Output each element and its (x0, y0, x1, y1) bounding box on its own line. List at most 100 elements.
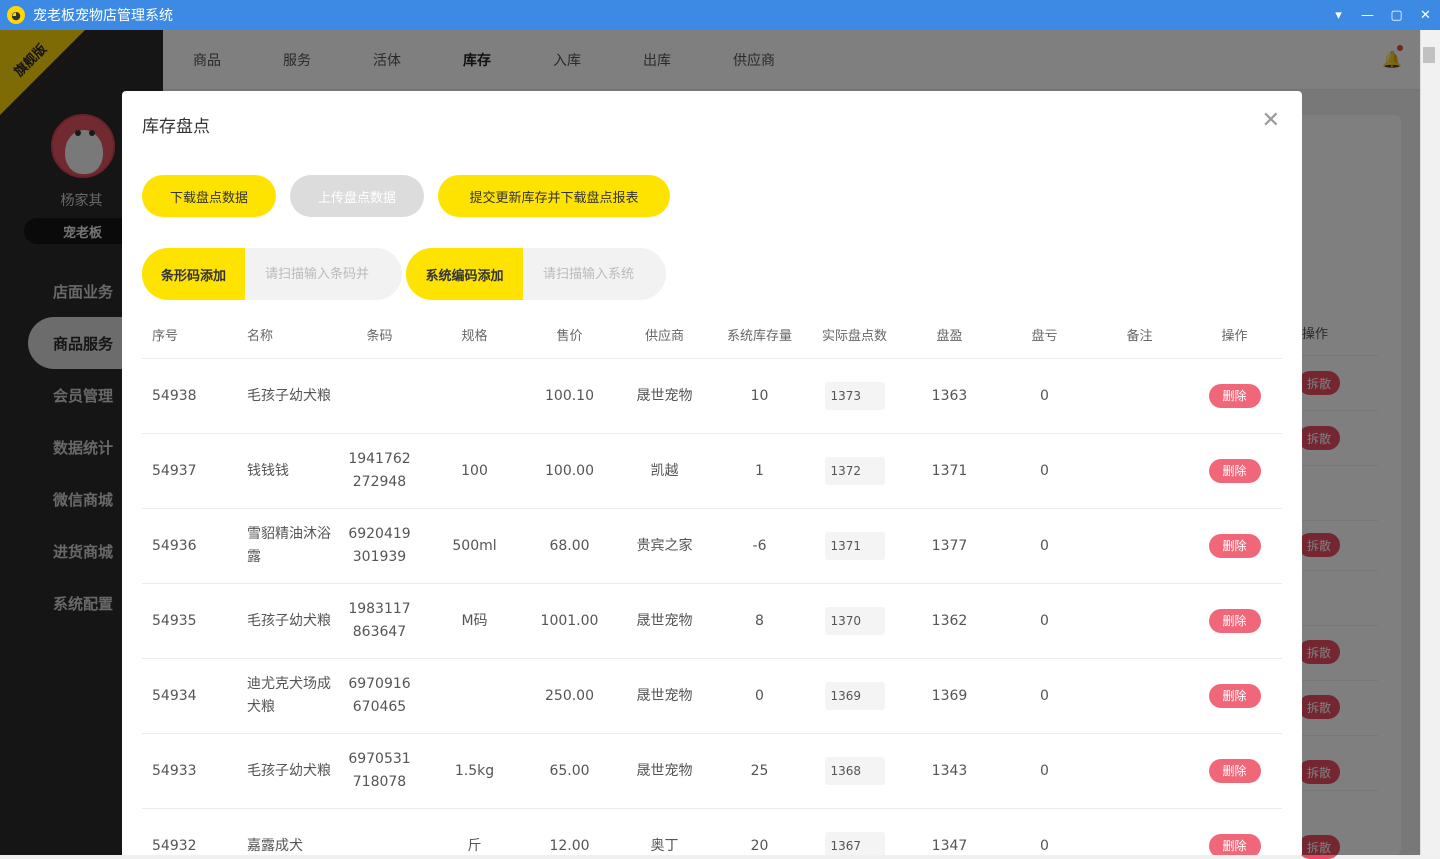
cell-action: 删除 (1187, 383, 1282, 409)
cell-name: 毛孩子幼犬粮 (247, 612, 331, 629)
delete-button[interactable]: 删除 (1208, 608, 1261, 633)
maximize-icon[interactable]: ▢ (1382, 0, 1411, 30)
cell-spec: 500ml (452, 537, 497, 554)
delete-button[interactable]: 删除 (1208, 758, 1261, 783)
col-header-gain: 盘盈 (936, 329, 963, 344)
cell-actual (807, 607, 902, 635)
cell-price: 1001.00 (540, 612, 599, 629)
close-window-icon[interactable]: ✕ (1411, 0, 1440, 30)
cell-name: 雪貂精油沐浴露 (247, 526, 331, 565)
actual-count-input[interactable] (824, 832, 885, 855)
cell-seq: 54937 (152, 462, 197, 479)
cell-price: 68.00 (549, 537, 590, 554)
table-row: 54935 毛孩子幼犬粮 1983117863647 M码 1001.00 晟世宠物 8 13… (142, 584, 1282, 659)
table-row: 54932 嘉露成犬 斤 12.00 奥丁 20 1347 0 删除 (142, 809, 1282, 855)
cell-loss: 0 (1040, 537, 1049, 554)
cell-action: 删除 (1187, 533, 1282, 559)
barcode-add-button[interactable]: 条形码添加 (142, 248, 245, 300)
table-row: 54933 毛孩子幼犬粮 6970531718078 1.5kg 65.00 晟世宠物 25… (142, 734, 1282, 809)
cell-gain: 1369 (931, 687, 968, 704)
actual-count-input[interactable] (824, 607, 885, 635)
table-header: 序号 名称 条码 规格 售价 供应商 系统库存量 实际盘点数 盘盈 盘亏 备注 … (142, 315, 1282, 359)
cell-action: 删除 (1187, 608, 1282, 634)
download-check-data-button[interactable]: 下载盘点数据 (142, 175, 276, 217)
col-header-seq: 序号 (152, 329, 179, 344)
col-header-loss: 盘亏 (1031, 329, 1058, 344)
cell-gain: 1362 (931, 612, 968, 629)
actual-count-input[interactable] (824, 682, 885, 710)
inventory-check-dialog: 库存盘点 ✕ 下载盘点数据 上传盘点数据 提交更新库存并下载盘点报表 条形码添加… (122, 91, 1302, 855)
actual-count-input[interactable] (824, 457, 885, 485)
cell-actual (807, 382, 902, 410)
delete-button[interactable]: 删除 (1208, 458, 1261, 483)
barcode-add-group: 条形码添加 (142, 248, 402, 300)
cell-action: 删除 (1187, 683, 1282, 709)
cell-spec: M码 (461, 612, 488, 629)
cell-actual (807, 457, 902, 485)
cell-action: 删除 (1187, 758, 1282, 784)
close-icon[interactable]: ✕ (1262, 108, 1280, 133)
delete-button[interactable]: 删除 (1208, 683, 1261, 708)
window-controls: ▾ — ▢ ✕ (1324, 0, 1440, 30)
minimize-icon[interactable]: — (1353, 0, 1382, 30)
cell-stock: -6 (752, 537, 767, 554)
cell-actual (807, 532, 902, 560)
cell-action: 删除 (1187, 833, 1282, 855)
table-row: 54934 迪尤克犬场成犬粮 6970916670465 250.00 晟世宠物 0 136… (142, 659, 1282, 734)
col-header-action: 操作 (1221, 329, 1248, 344)
cell-stock: 8 (755, 612, 764, 629)
cell-actual (807, 832, 902, 855)
title-bar: ◕ 宠老板宠物店管理系统 ▾ — ▢ ✕ (0, 0, 1440, 30)
col-header-spec: 规格 (461, 329, 488, 344)
cell-spec: 100 (461, 462, 488, 479)
cell-gain: 1343 (931, 762, 968, 779)
cell-stock: 0 (755, 687, 764, 704)
cell-seq: 54936 (152, 537, 197, 554)
delete-button[interactable]: 删除 (1208, 383, 1261, 408)
cell-loss: 0 (1040, 387, 1049, 404)
cell-name: 钱钱钱 (247, 462, 289, 479)
syscode-input[interactable] (523, 248, 666, 300)
dropdown-icon[interactable]: ▾ (1324, 0, 1353, 30)
table-row: 54936 雪貂精油沐浴露 6920419301939 500ml 68.00 贵宾之家 -… (142, 509, 1282, 584)
cell-supplier: 晟世宠物 (636, 687, 693, 704)
cell-spec: 斤 (467, 837, 482, 854)
col-header-name: 名称 (247, 329, 274, 344)
actual-count-input[interactable] (824, 532, 885, 560)
cell-supplier: 晟世宠物 (636, 387, 693, 404)
cell-actual (807, 757, 902, 785)
app-logo-icon: ◕ (7, 6, 25, 24)
cell-seq: 54934 (152, 687, 197, 704)
cell-stock: 20 (750, 837, 769, 854)
table-body: 54938毛孩子幼犬粮100.10晟世宠物1013630删除54937钱钱钱19… (142, 359, 1282, 855)
scrollbar-thumb[interactable] (1423, 47, 1435, 63)
cell-barcode: 6970916670465 (348, 676, 411, 715)
cell-price: 12.00 (549, 837, 590, 854)
cell-stock: 10 (750, 387, 769, 404)
upload-check-data-button[interactable]: 上传盘点数据 (290, 175, 424, 217)
cell-price: 100.00 (545, 462, 594, 479)
page-scrollbar[interactable] (1420, 30, 1440, 855)
cell-barcode: 6970531718078 (348, 751, 411, 790)
submit-update-button[interactable]: 提交更新库存并下载盘点报表 (438, 175, 670, 217)
barcode-input[interactable] (245, 248, 402, 300)
dialog-title: 库存盘点 (142, 117, 210, 137)
cell-name: 嘉露成犬 (247, 837, 303, 854)
cell-action: 删除 (1187, 458, 1282, 484)
cell-loss: 0 (1040, 462, 1049, 479)
cell-gain: 1377 (931, 537, 968, 554)
cell-supplier: 凯越 (650, 462, 679, 479)
table-row: 54937 钱钱钱 1941762272948 100 100.00 凯越 1 1371 0 删除 (142, 434, 1282, 509)
window-title: 宠老板宠物店管理系统 (33, 8, 173, 24)
actual-count-input[interactable] (824, 382, 885, 410)
syscode-add-button[interactable]: 系统编码添加 (406, 248, 523, 300)
cell-supplier: 晟世宠物 (636, 762, 693, 779)
actual-count-input[interactable] (824, 757, 885, 785)
cell-price: 250.00 (545, 687, 594, 704)
cell-loss: 0 (1040, 687, 1049, 704)
cell-gain: 1347 (931, 837, 968, 854)
delete-button[interactable]: 删除 (1208, 833, 1261, 855)
delete-button[interactable]: 删除 (1208, 533, 1261, 558)
cell-gain: 1371 (931, 462, 968, 479)
col-header-stock: 系统库存量 (726, 329, 792, 344)
